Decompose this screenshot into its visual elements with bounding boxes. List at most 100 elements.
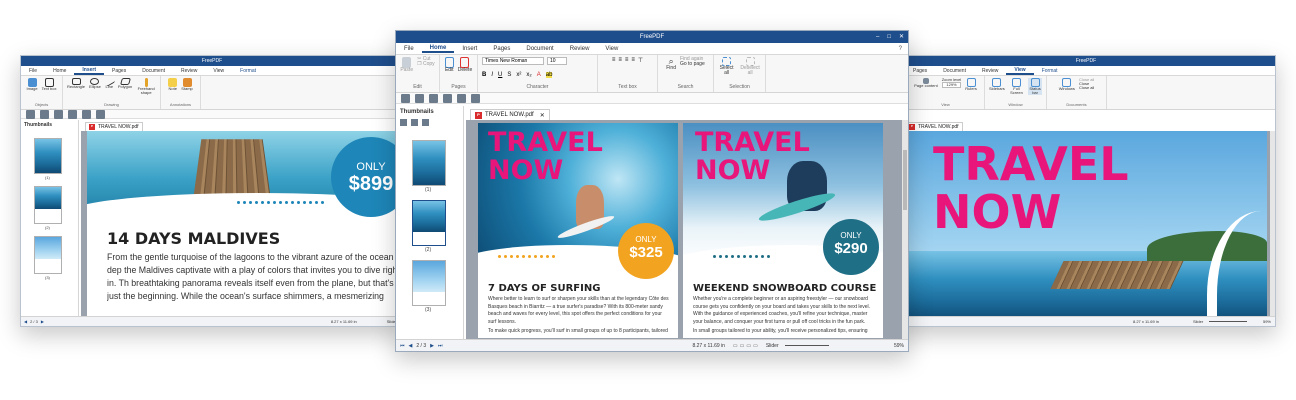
superscript-icon[interactable]: x² [516, 72, 521, 78]
find-button[interactable]: ⌕ Find [666, 56, 676, 72]
center-document-tab[interactable]: P TRAVEL NOW.pdf ✕ [470, 109, 550, 120]
text-icon[interactable] [96, 109, 105, 119]
zoom-level-control[interactable]: Zoom level 129% [942, 77, 961, 89]
center-thumbnail-1[interactable] [412, 140, 446, 186]
align-center-icon[interactable]: ≡ [618, 57, 622, 64]
zoom-slider[interactable] [784, 345, 829, 346]
align-top-icon[interactable]: ⊤ [638, 57, 643, 64]
text-icon[interactable] [471, 93, 480, 103]
left-thumbnail-1[interactable] [34, 138, 62, 174]
print-icon[interactable] [429, 93, 438, 103]
justify-icon[interactable]: ≡ [631, 57, 635, 64]
undo-icon[interactable] [68, 109, 77, 119]
menu-view[interactable]: View [597, 46, 626, 52]
save-icon[interactable] [415, 93, 424, 103]
right-document-tab[interactable]: P TRAVEL NOW.pdf [905, 122, 963, 131]
note-button[interactable]: Note [168, 78, 178, 91]
undo-icon[interactable] [443, 93, 452, 103]
menu-view[interactable]: View [205, 68, 232, 74]
help-icon[interactable]: ? [899, 46, 902, 52]
menu-pages[interactable]: Pages [905, 68, 935, 74]
menu-format[interactable]: Format [1034, 68, 1066, 74]
last-page-icon[interactable]: ⏭ [438, 343, 443, 349]
first-page-icon[interactable]: ⏮ [400, 343, 405, 349]
bold-icon[interactable]: B [482, 72, 486, 78]
line-button[interactable]: Line [103, 76, 115, 89]
menu-document[interactable]: Document [134, 68, 173, 74]
statusbar-button[interactable]: Status bar [1028, 78, 1042, 96]
close-tab-icon[interactable]: ✕ [540, 112, 545, 119]
menu-home[interactable]: Home [421, 45, 455, 53]
ellipse-button[interactable]: Ellipse [89, 78, 101, 89]
center-thumbnail-3[interactable] [412, 260, 446, 306]
rectangle-button[interactable]: Rectangle [67, 78, 85, 89]
close-icon[interactable]: ✕ [899, 31, 904, 43]
menu-pages[interactable]: Pages [104, 68, 134, 74]
underline-icon[interactable]: U [498, 72, 502, 78]
menu-review[interactable]: Review [562, 46, 598, 52]
copy-button[interactable]: ❐ Copy [417, 61, 435, 67]
font-family-select[interactable]: Times New Roman [482, 57, 544, 65]
left-thumbnail-3[interactable] [34, 236, 62, 274]
left-next-page-icon[interactable]: ▶ [41, 319, 44, 324]
prev-page-icon[interactable]: ◀ [409, 343, 413, 349]
rotate-icon[interactable] [400, 119, 407, 126]
align-right-icon[interactable]: ≡ [625, 57, 629, 64]
image-button[interactable]: Image [26, 78, 38, 91]
menu-view[interactable]: View [1006, 67, 1034, 75]
delete-page-button[interactable]: Delete [458, 57, 472, 73]
freehand-button[interactable]: Freehand shape [136, 78, 156, 95]
deselect-all-button[interactable]: Deselect all [739, 57, 761, 77]
menu-insert[interactable]: Insert [454, 46, 485, 52]
select-all-button[interactable]: Select all [718, 57, 735, 77]
save-icon[interactable] [40, 109, 49, 119]
page-content-button[interactable]: Page content [914, 78, 938, 88]
menu-pages[interactable]: Pages [485, 46, 518, 52]
right-scrollbar[interactable] [1270, 131, 1275, 316]
open-icon[interactable] [26, 109, 35, 119]
minimize-icon[interactable]: – [876, 31, 879, 43]
right-view-mode[interactable]: Slider [1193, 319, 1203, 324]
menu-review[interactable]: Review [173, 68, 205, 74]
textbox-button[interactable]: Text box [42, 78, 57, 91]
left-page-indicator[interactable]: 2 / 3 [30, 319, 38, 324]
align-left-icon[interactable]: ≡ [612, 57, 616, 64]
polygon-button[interactable]: Polygon [118, 78, 132, 89]
edit-page-button[interactable]: Edit [444, 57, 454, 73]
delete-thumb-icon[interactable] [411, 119, 418, 126]
menu-format[interactable]: Format [232, 68, 264, 74]
paste-button[interactable]: Paste [400, 57, 413, 73]
strikethrough-icon[interactable]: S [507, 72, 511, 78]
page-indicator[interactable]: 2 / 3 [416, 343, 426, 349]
left-prev-page-icon[interactable]: ◀ [24, 319, 27, 324]
center-scroll-thumb[interactable] [903, 150, 907, 210]
print-icon[interactable] [54, 109, 63, 119]
center-scrollbar[interactable] [902, 120, 908, 339]
insert-thumb-icon[interactable] [422, 119, 429, 126]
menu-insert[interactable]: Insert [74, 67, 105, 75]
right-zoom-slider[interactable] [1209, 321, 1248, 322]
menu-file[interactable]: File [396, 46, 422, 52]
rulers-button[interactable]: Rulers [965, 78, 977, 91]
left-thumbnail-2[interactable] [34, 186, 62, 224]
menu-file[interactable]: File [21, 68, 45, 74]
view-mode[interactable]: Slider [766, 343, 779, 349]
italic-icon[interactable]: I [491, 72, 493, 78]
center-thumbnail-2[interactable] [412, 200, 446, 246]
sidebars-button[interactable]: Sidebars [989, 78, 1005, 91]
goto-page-button[interactable]: Go to page [680, 61, 705, 67]
open-icon[interactable] [401, 93, 410, 103]
layout-mode-icons[interactable]: ▭▭▭▭ [733, 343, 760, 349]
windows-button[interactable]: Windows [1059, 78, 1075, 91]
close-all-button[interactable]: Close all [1079, 86, 1094, 90]
menu-review[interactable]: Review [974, 68, 1006, 74]
subscript-icon[interactable]: x₂ [526, 72, 531, 78]
left-document-tab[interactable]: P TRAVEL NOW.pdf [85, 122, 143, 131]
redo-icon[interactable] [82, 109, 91, 119]
next-page-icon[interactable]: ▶ [430, 343, 434, 349]
font-color-icon[interactable]: A [537, 72, 541, 78]
stamp-button[interactable]: Stamp [181, 78, 193, 91]
menu-document[interactable]: Document [935, 68, 974, 74]
menu-document[interactable]: Document [518, 46, 561, 52]
maximize-icon[interactable]: □ [887, 31, 891, 43]
